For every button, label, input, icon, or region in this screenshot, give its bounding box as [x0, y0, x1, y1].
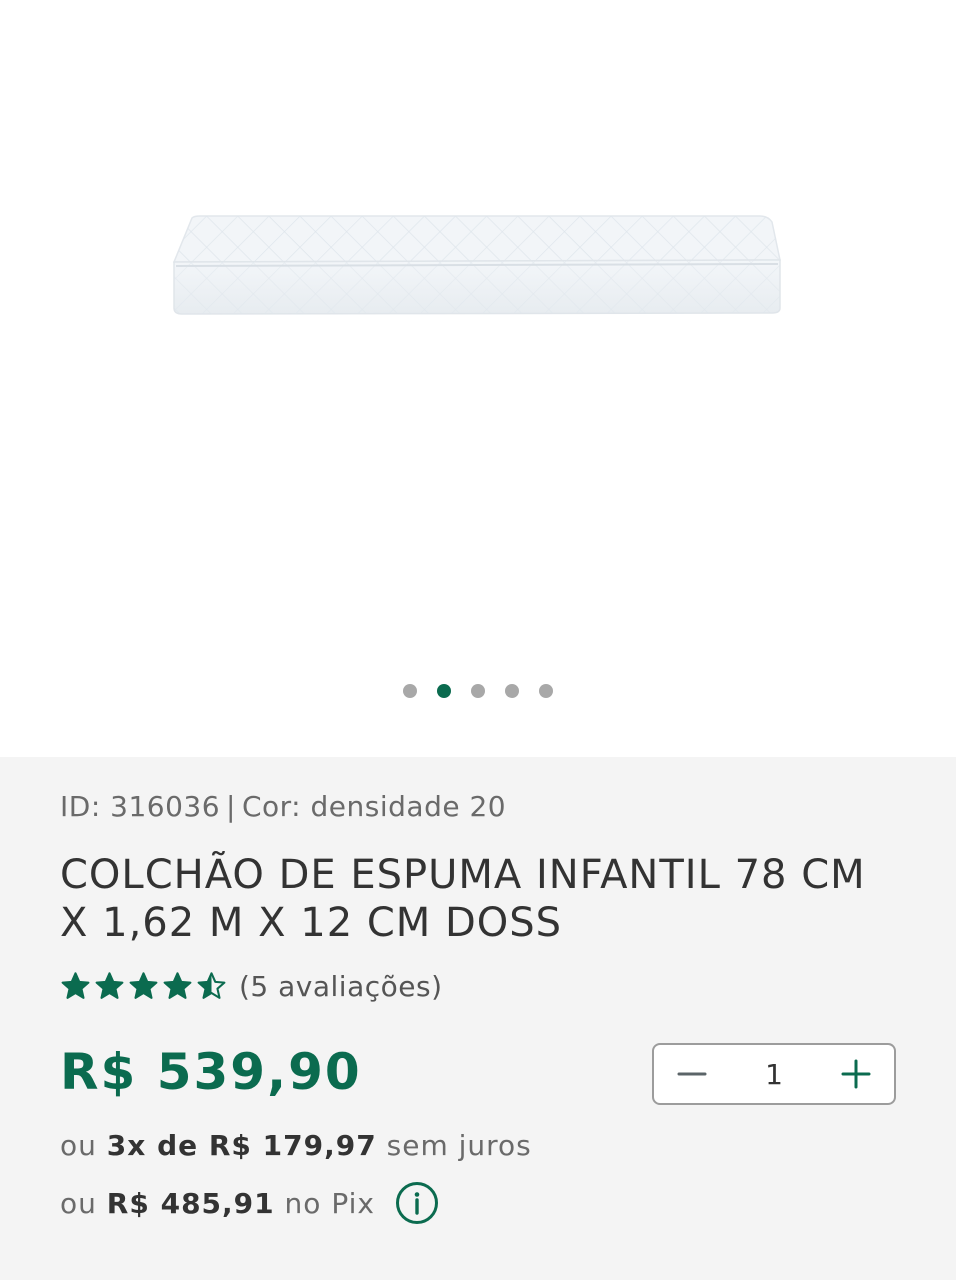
pix-suffix: no Pix: [284, 1186, 375, 1220]
product-id: ID: 316036: [60, 790, 221, 823]
product-title: COLCHÃO DE ESPUMA INFANTIL 78 CM X 1,62 …: [60, 852, 866, 946]
product-gallery[interactable]: [0, 0, 956, 757]
increase-quantity-button[interactable]: [836, 1054, 876, 1094]
rating-stars: [60, 971, 227, 1002]
carousel-dot-2[interactable]: [437, 684, 451, 698]
star-full-icon: [61, 972, 90, 999]
decrease-quantity-button[interactable]: [672, 1054, 712, 1094]
product-price: R$ 539,90: [60, 1043, 362, 1101]
meta-separator: |: [226, 790, 236, 823]
carousel-dot-1[interactable]: [403, 684, 417, 698]
installments-info: ou 3x de R$ 179,97 sem juros: [60, 1129, 532, 1162]
plus-icon: [841, 1059, 871, 1089]
star-full-icon: [163, 972, 192, 999]
product-color: Cor: densidade 20: [241, 790, 507, 823]
carousel-dot-4[interactable]: [505, 684, 519, 698]
star-half-icon: [197, 972, 226, 999]
product-rating[interactable]: (5 avaliações): [60, 970, 443, 1003]
quantity-stepper: 1: [652, 1043, 896, 1105]
installments-suffix: sem juros: [386, 1129, 532, 1162]
rating-count[interactable]: (5 avaliações): [239, 970, 443, 1003]
installments-prefix: ou: [60, 1129, 97, 1162]
pix-prefix: ou: [60, 1186, 97, 1220]
star-full-icon: [95, 972, 124, 999]
product-meta: ID: 316036 | Cor: densidade 20: [60, 790, 506, 823]
quantity-value[interactable]: 1: [765, 1058, 783, 1091]
carousel-dots: [0, 684, 956, 698]
pix-value: R$ 485,91: [106, 1186, 275, 1220]
mattress-image: [172, 215, 781, 315]
minus-icon: [677, 1072, 707, 1076]
product-info: ID: 316036 | Cor: densidade 20 COLCHÃO DE …: [0, 757, 956, 1280]
carousel-dot-3[interactable]: [471, 684, 485, 698]
info-icon[interactable]: [395, 1181, 439, 1225]
pix-info: ou R$ 485,91 no Pix: [60, 1181, 439, 1225]
installments-value: 3x de R$ 179,97: [106, 1129, 377, 1162]
carousel-dot-5[interactable]: [539, 684, 553, 698]
star-full-icon: [129, 972, 158, 999]
